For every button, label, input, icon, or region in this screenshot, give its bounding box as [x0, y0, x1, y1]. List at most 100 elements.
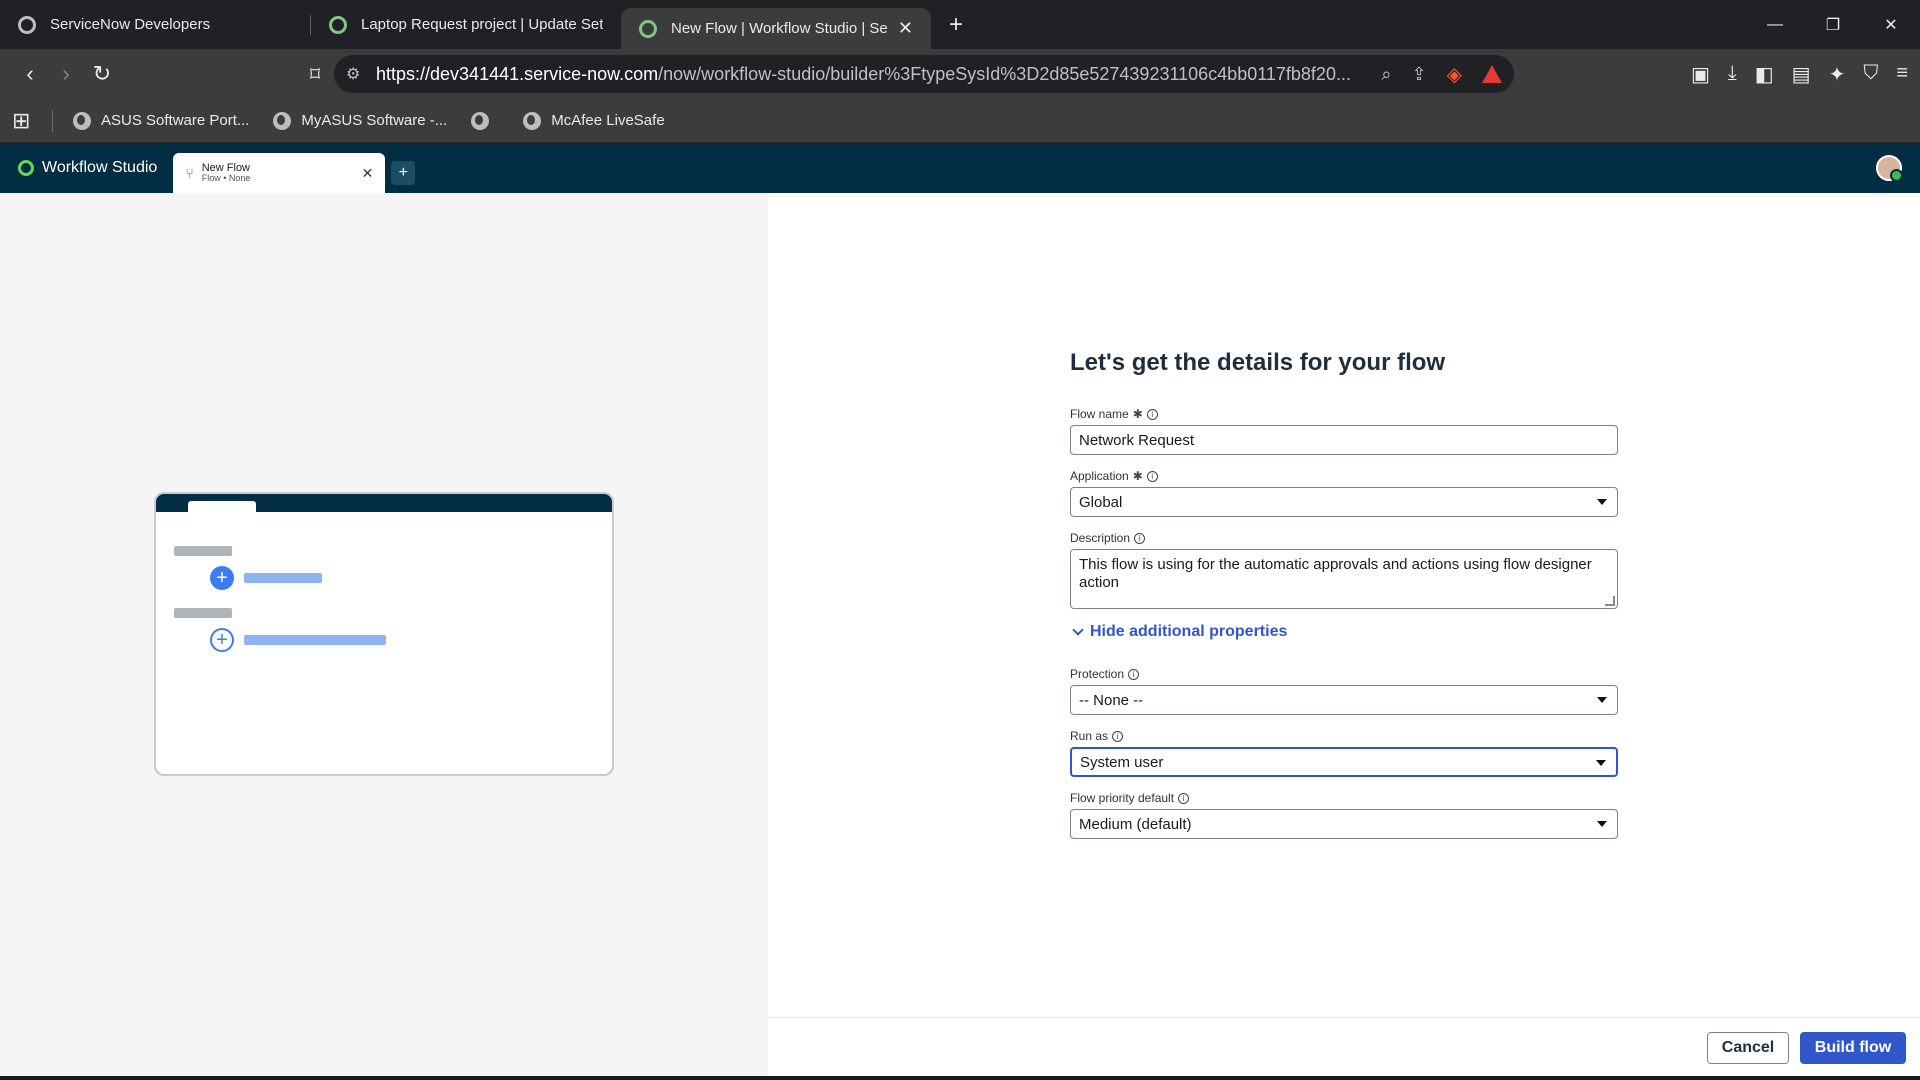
flow-name-field-group: Flow name ✱ i Network Request: [1070, 407, 1618, 455]
bookmark-unnamed[interactable]: [471, 111, 499, 130]
screenshot-icon[interactable]: ▣: [1691, 62, 1710, 87]
browser-tab-label: ServiceNow Developers: [50, 16, 211, 33]
label-text: Flow priority default: [1070, 791, 1175, 805]
info-icon[interactable]: i: [1112, 730, 1124, 742]
info-icon[interactable]: i: [1128, 668, 1140, 680]
url-path: /now/workflow-studio/builder%3FtypeSysId…: [658, 63, 1351, 84]
menu-icon[interactable]: ≡: [1896, 62, 1908, 87]
chevron-down-icon: [1072, 624, 1084, 636]
main-content: + + Let's get the details for your flow …: [0, 193, 1920, 1080]
workflow-studio-brand[interactable]: Workflow Studio: [18, 143, 157, 193]
cancel-button[interactable]: Cancel: [1707, 1032, 1789, 1064]
flow-name-input[interactable]: Network Request: [1070, 425, 1618, 455]
select-value: System user: [1080, 753, 1164, 771]
label-text: Run as: [1070, 729, 1109, 743]
zoom-icon[interactable]: ⌕: [1381, 64, 1391, 85]
bookmark-label: McAfee LiveSafe: [551, 112, 665, 129]
caret-down-icon: [1597, 697, 1607, 703]
leo-ai-icon[interactable]: ✦: [1829, 62, 1846, 87]
sidebar-icon[interactable]: ◧: [1755, 62, 1774, 87]
reload-icon[interactable]: ↻: [84, 61, 120, 87]
label-text: Protection: [1070, 667, 1125, 681]
protection-select[interactable]: -- None --: [1070, 685, 1618, 715]
user-avatar[interactable]: [1876, 155, 1903, 182]
close-tab-icon[interactable]: ✕: [898, 18, 913, 39]
info-icon[interactable]: i: [1146, 470, 1158, 482]
info-icon[interactable]: i: [1178, 792, 1190, 804]
browser-tab-servicenow-developers[interactable]: ServiceNow Developers: [0, 0, 310, 49]
back-arrow-icon[interactable]: ‹: [12, 61, 48, 87]
url-text[interactable]: https://dev341441.service-now.com/now/wo…: [376, 64, 1381, 85]
globe-icon: [73, 111, 91, 130]
application-field-group: Application ✱ i Global: [1070, 469, 1618, 517]
build-flow-button[interactable]: Build flow: [1800, 1032, 1906, 1064]
flow-icon: ⑂: [185, 165, 194, 181]
illustration-step-line: [244, 573, 322, 583]
info-icon[interactable]: i: [1146, 408, 1158, 420]
label-text: Application: [1070, 469, 1129, 483]
resize-grip-icon[interactable]: [1605, 596, 1615, 606]
protection-label: Protection i: [1070, 667, 1618, 681]
label-text: Flow name: [1070, 407, 1129, 421]
info-icon[interactable]: i: [1134, 532, 1146, 544]
bookmark-icon[interactable]: ⌑: [300, 62, 330, 87]
download-icon[interactable]: ⤓: [1728, 62, 1737, 87]
window-controls: — ❐ ✕: [1746, 0, 1920, 49]
studio-tab-subtitle: Flow • None: [201, 173, 251, 184]
description-textarea[interactable]: This flow is using for the automatic app…: [1070, 549, 1618, 609]
vpn-icon[interactable]: ⛉: [1863, 62, 1878, 87]
wallet-icon[interactable]: ▤: [1792, 62, 1811, 87]
description-text: This flow is using for the automatic app…: [1079, 556, 1592, 591]
globe-icon: [523, 111, 542, 130]
flow-illustration: + +: [154, 492, 614, 776]
close-window-icon[interactable]: ✕: [1862, 15, 1920, 35]
brave-shields-icon[interactable]: ◈: [1447, 62, 1462, 87]
hide-additional-properties-link[interactable]: Hide additional properties: [1070, 623, 1618, 641]
bookmark-label: ASUS Software Port...: [101, 112, 250, 129]
run-as-select[interactable]: System user: [1070, 747, 1618, 777]
brand-label: Workflow Studio: [42, 159, 158, 176]
run-as-label: Run as i: [1070, 729, 1618, 743]
servicenow-favicon-icon: [329, 15, 347, 34]
caret-down-icon: [1597, 821, 1607, 827]
apps-grid-icon[interactable]: ⊞: [12, 108, 36, 134]
illustration-tab: [188, 501, 256, 512]
studio-tab-new-flow[interactable]: ⑂ New Flow Flow • None ✕: [173, 153, 386, 193]
caret-down-icon: [1596, 760, 1606, 766]
flow-details-form: Let's get the details for your flow Flow…: [1070, 349, 1618, 853]
application-label: Application ✱ i: [1070, 469, 1618, 483]
browser-tab-label: Laptop Request project | Update Set: [361, 16, 603, 33]
browser-tab-label: New Flow | Workflow Studio | Se: [671, 20, 888, 37]
caret-down-icon: [1597, 499, 1607, 505]
add-studio-tab-button[interactable]: +: [391, 161, 416, 185]
browser-tab-new-flow[interactable]: New Flow | Workflow Studio | Se ✕: [621, 8, 931, 49]
new-tab-plus-icon[interactable]: +: [949, 11, 963, 39]
illustration-add-outline-icon: +: [210, 628, 234, 652]
minimize-icon[interactable]: —: [1746, 16, 1804, 34]
bookmark-myasus-software[interactable]: MyASUS Software -...: [273, 111, 448, 130]
illustration-trigger-bar: [174, 546, 232, 556]
application-select[interactable]: Global: [1070, 487, 1618, 517]
bookmark-mcafee-livesafe[interactable]: McAfee LiveSafe: [523, 111, 665, 130]
bookmark-label: MyASUS Software -...: [301, 112, 448, 129]
workflow-studio-header: Workflow Studio ⑂ New Flow Flow • None ✕…: [0, 143, 1920, 193]
studio-tab-titles: New Flow Flow • None: [202, 162, 362, 184]
address-bar[interactable]: ⚙ https://dev341441.service-now.com/now/…: [334, 55, 1514, 93]
close-studio-tab-icon[interactable]: ✕: [362, 165, 374, 182]
flow-priority-select[interactable]: Medium (default): [1070, 809, 1618, 839]
servicenow-favicon-icon: [18, 15, 36, 34]
label-text: Description: [1070, 531, 1131, 545]
select-value: -- None --: [1079, 691, 1144, 709]
site-settings-icon[interactable]: ⚙: [346, 64, 376, 84]
brave-rewards-icon[interactable]: [1482, 65, 1502, 83]
restore-icon[interactable]: ❐: [1804, 15, 1862, 35]
forward-arrow-icon[interactable]: ›: [48, 61, 84, 87]
browser-tab-laptop-request[interactable]: Laptop Request project | Update Set: [311, 0, 621, 49]
browser-toolbar: ‹ › ↻ ⌑ ⚙ https://dev341441.service-now.…: [0, 49, 1920, 99]
run-as-field-group: Run as i System user: [1070, 729, 1618, 777]
omnibox-actions: ⌕ ⇪ ◈: [1381, 62, 1502, 87]
select-value: Medium (default): [1079, 815, 1192, 833]
required-asterisk-icon: ✱: [1132, 407, 1143, 421]
bookmark-asus-software-portal[interactable]: ASUS Software Port...: [73, 111, 250, 130]
share-icon[interactable]: ⇪: [1412, 64, 1427, 85]
